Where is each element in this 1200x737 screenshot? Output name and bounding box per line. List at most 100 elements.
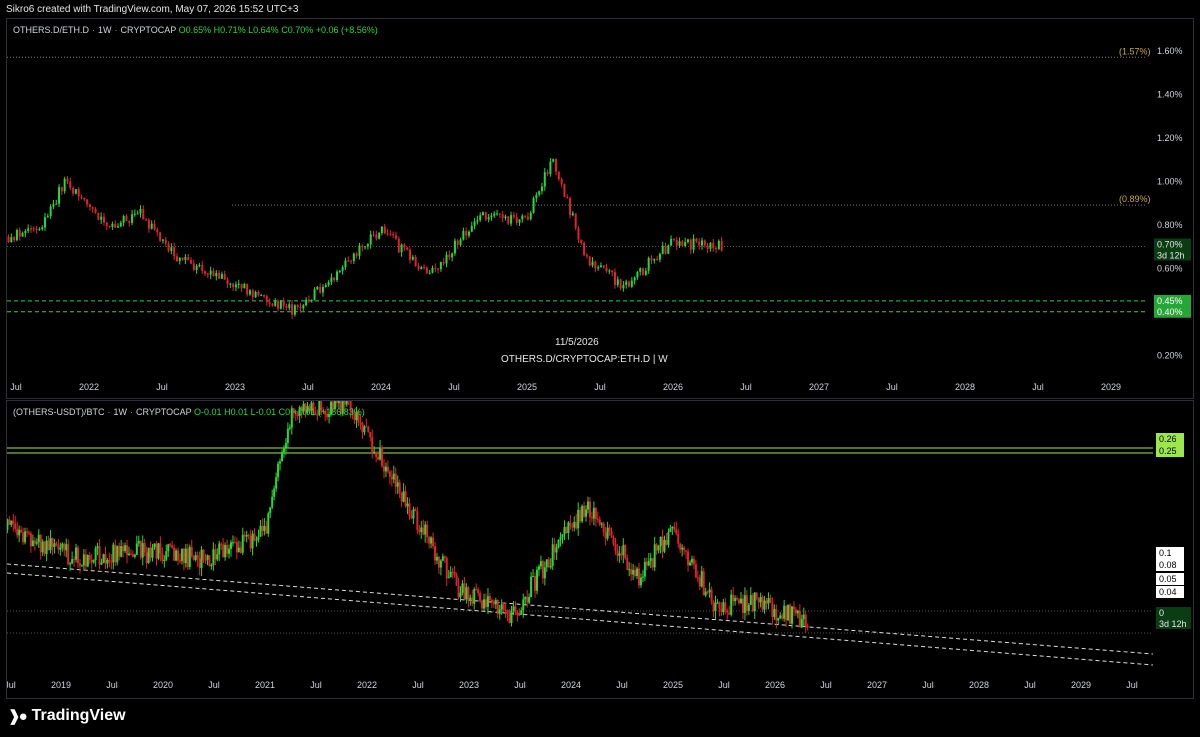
candle-body [41, 541, 44, 553]
candle-body [271, 303, 274, 306]
candle-body [504, 610, 507, 612]
candle-body [286, 428, 289, 443]
candle-body [432, 537, 435, 547]
candle-body [463, 583, 466, 600]
candle-body [367, 426, 370, 433]
candle-body [275, 477, 278, 489]
candle-body [416, 511, 419, 531]
candle-body [345, 401, 348, 405]
price-tag-resistance: 0.26 [1156, 433, 1184, 445]
candle-body [540, 186, 543, 192]
candle-body [683, 547, 686, 551]
legend-interval[interactable]: 1W [114, 407, 128, 417]
candle-body [411, 256, 414, 260]
candle-body [299, 306, 302, 309]
candle-body [128, 553, 130, 556]
candle-body [20, 529, 23, 533]
candle-body [414, 509, 417, 512]
candle-body [255, 539, 258, 541]
candle-body [53, 543, 56, 547]
candle-body [649, 558, 652, 562]
price-tag-level-text: 0.08 [1159, 560, 1177, 570]
y-axis-tick: 1.40% [1157, 89, 1183, 99]
candle-body [237, 283, 240, 285]
x-axis-tick: 2027 [867, 680, 887, 690]
candle-body [224, 545, 227, 558]
candle-body [388, 471, 391, 477]
candle-body [608, 527, 611, 532]
candle-body [428, 537, 431, 544]
candle-body [24, 531, 27, 543]
candle-body [265, 296, 268, 303]
candle-body [567, 522, 570, 534]
candle-body [465, 587, 468, 600]
candle-body [493, 213, 496, 216]
candle-body [80, 565, 83, 567]
legend-interval[interactable]: 1W [98, 25, 112, 35]
candle-body [620, 553, 623, 556]
candle-body [235, 542, 238, 553]
legend-close: C0 [278, 407, 291, 417]
candle-body [526, 596, 529, 603]
legend-symbol[interactable]: (OTHERS-USDT)/BTC [13, 407, 105, 417]
candle-body [49, 538, 52, 551]
candle-body [443, 556, 446, 559]
candle-body [330, 277, 333, 283]
candle-body [604, 532, 607, 539]
candle-body [186, 548, 189, 567]
candle-body [622, 284, 625, 289]
chart-pane-top[interactable]: 1.60% 1.40% 1.20% 1.00% 0.80% 0.60% 0.20% Jul 20… [6, 18, 1194, 399]
candle-body [664, 245, 667, 254]
candle-body [642, 268, 645, 275]
candle-body [409, 249, 412, 260]
candle-body [261, 525, 264, 531]
candle-body [150, 223, 153, 229]
candle-body [118, 545, 121, 557]
candle-body [417, 265, 420, 270]
candle-body [153, 223, 156, 230]
candle-body [518, 614, 521, 616]
candle-body [363, 426, 366, 433]
candle-body [173, 547, 176, 561]
x-axis-tick: 2025 [517, 382, 537, 392]
candle-body [184, 257, 187, 260]
chart-canvas-bottom[interactable]: Jul 2019 Jul 2020 Jul 2021 Jul 2022 Jul 2023 Jul 20… [7, 401, 1193, 698]
symbol-legend-bottom: (OTHERS-USDT)/BTC · 1W · CRYPTOCAP O-0.01 H0… [13, 407, 365, 417]
candle-body [777, 617, 780, 621]
candle-body [27, 228, 30, 231]
candle-body [94, 208, 97, 213]
chart-pane-bottom[interactable]: Jul 2019 Jul 2020 Jul 2021 Jul 2022 Jul 2023 Jul 20… [6, 400, 1194, 699]
legend-symbol[interactable]: OTHERS.D/ETH.D [13, 25, 89, 35]
candle-body [481, 601, 484, 609]
tradingview-logo[interactable]: ❱● TradingView [8, 707, 126, 725]
candle-body [181, 257, 184, 260]
candle-body [60, 187, 63, 192]
candle-body [700, 571, 703, 587]
candle-body [394, 473, 397, 487]
candle-body [715, 248, 718, 250]
price-tag-last-sub: 3d 12h [1157, 251, 1185, 261]
chart-canvas-top[interactable]: 1.60% 1.40% 1.20% 1.00% 0.80% 0.60% 0.20% Jul 20… [7, 19, 1193, 398]
candle-body [61, 543, 64, 548]
candle-body [187, 257, 190, 261]
candle-body [274, 301, 277, 306]
candle-body [710, 589, 713, 602]
candle-body [57, 544, 60, 550]
candle-body [257, 536, 260, 540]
candle-body [588, 256, 591, 266]
candle-body [530, 576, 533, 597]
candle-body [190, 260, 193, 264]
y-axis-tick: 0.20% [1157, 350, 1183, 360]
candle-body [414, 256, 417, 266]
candle-body [483, 599, 486, 609]
candle-body [800, 618, 803, 628]
x-axis-tick: Jul [718, 680, 730, 690]
candle-body [254, 291, 257, 298]
candle-body [521, 215, 524, 220]
candle-body [406, 247, 409, 250]
candle-body [282, 447, 285, 453]
x-axis-tick: 2028 [969, 680, 989, 690]
candle-body [761, 596, 764, 610]
candle-body [239, 547, 242, 553]
candle-body [624, 545, 627, 559]
